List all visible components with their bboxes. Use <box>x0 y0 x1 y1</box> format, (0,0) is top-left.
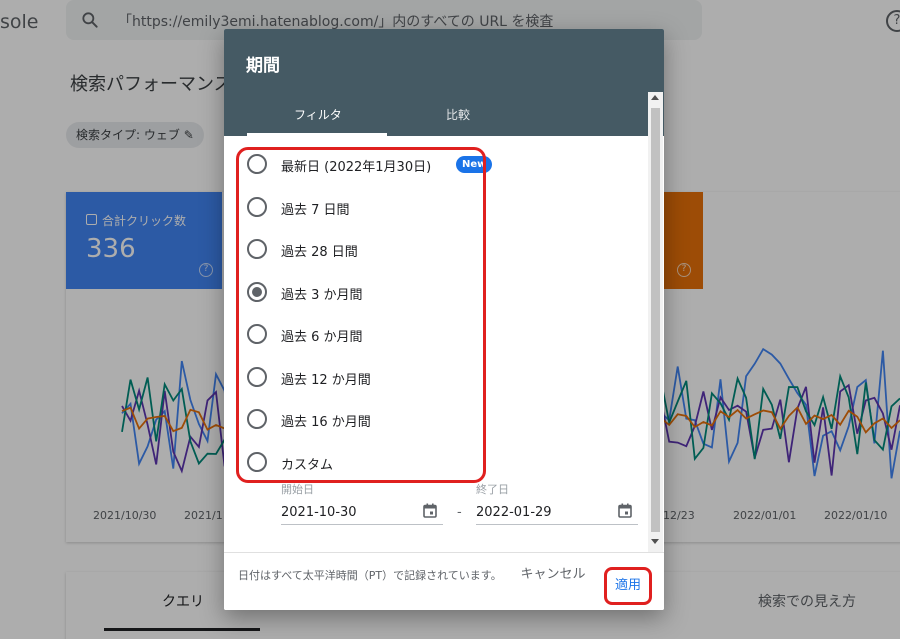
timezone-note: 日付はすべて太平洋時間（PT）で記録されています。 <box>238 569 502 582</box>
start-date-field[interactable]: 2021-10-30 <box>281 501 443 525</box>
radio-button[interactable] <box>247 197 267 217</box>
start-date-value[interactable]: 2021-10-30 <box>281 505 357 520</box>
radio-button[interactable] <box>247 452 267 472</box>
scroll-up-arrow-icon[interactable] <box>651 95 659 100</box>
option-last-7-days[interactable]: 過去 7 日間 <box>247 194 627 220</box>
option-last-16-months[interactable]: 過去 16 か月間 <box>247 406 627 432</box>
option-label: 過去 6 か月間 <box>281 330 363 345</box>
option-custom[interactable]: カスタム <box>247 449 627 475</box>
dialog-header: 期間 フィルタ 比較 <box>224 29 664 136</box>
scroll-down-arrow-icon[interactable] <box>651 539 659 544</box>
option-last-6-months[interactable]: 過去 6 か月間 <box>247 321 627 347</box>
scrollbar-thumb[interactable] <box>651 108 660 532</box>
end-date-field[interactable]: 2022-01-29 <box>476 501 638 525</box>
radio-button[interactable] <box>247 367 267 387</box>
option-label: 過去 7 日間 <box>281 203 350 218</box>
tab-filter[interactable]: フィルタ <box>294 106 342 123</box>
radio-button[interactable] <box>247 154 267 174</box>
option-last-3-months[interactable]: 過去 3 か月間 <box>247 279 627 305</box>
radio-button[interactable] <box>247 239 267 259</box>
option-label: 最新日 (2022年1月30日) <box>281 160 432 175</box>
option-last-12-months[interactable]: 過去 12 か月間 <box>247 364 627 390</box>
option-label: 過去 3 か月間 <box>281 288 363 303</box>
date-range-separator: - <box>457 505 462 520</box>
cancel-button[interactable]: キャンセル <box>518 566 588 584</box>
radio-button-selected[interactable] <box>247 282 267 302</box>
option-latest-day[interactable]: 最新日 (2022年1月30日) New <box>247 151 627 177</box>
option-label: 過去 28 日間 <box>281 245 358 260</box>
radio-button[interactable] <box>247 409 267 429</box>
new-badge: New <box>456 156 493 173</box>
end-date-label: 終了日 <box>476 483 509 496</box>
end-date-value[interactable]: 2022-01-29 <box>476 505 552 520</box>
option-label: 過去 16 か月間 <box>281 415 371 430</box>
date-range-dialog: 期間 フィルタ 比較 最新日 (2022年1月30日) New 過去 7 日間 … <box>224 29 664 610</box>
apply-button[interactable]: 適用 <box>604 567 652 605</box>
dialog-footer: 日付はすべて太平洋時間（PT）で記録されています。 キャンセル 適用 <box>224 552 664 610</box>
radio-button[interactable] <box>247 324 267 344</box>
start-date-label: 開始日 <box>281 483 314 496</box>
option-label: カスタム <box>281 458 334 473</box>
option-last-28-days[interactable]: 過去 28 日間 <box>247 236 627 262</box>
calendar-icon[interactable] <box>618 503 632 518</box>
tab-compare[interactable]: 比較 <box>446 106 470 123</box>
calendar-icon[interactable] <box>423 503 437 518</box>
dialog-title: 期間 <box>246 56 280 76</box>
option-label: 過去 12 か月間 <box>281 373 371 388</box>
